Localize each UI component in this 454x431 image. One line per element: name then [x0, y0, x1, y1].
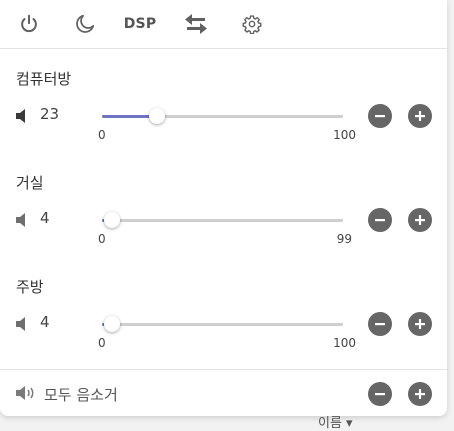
volume-panel: DSP 컴퓨터방 23 0 100 거실 4 0 99 주방 4 0 100 모… [0, 0, 447, 416]
slider-thumb[interactable] [103, 316, 120, 332]
speaker-icon[interactable] [15, 108, 31, 124]
slider-max-label: 100 [333, 128, 356, 142]
power-button[interactable] [14, 10, 44, 38]
volume-value: 4 [40, 209, 50, 227]
toolbar-divider [0, 48, 447, 49]
plus-icon [415, 111, 425, 121]
zone-kitchen: 주방 4 0 100 [0, 276, 447, 380]
dsp-button[interactable]: DSP [124, 10, 156, 38]
slider-thumb[interactable] [103, 212, 120, 228]
minus-icon [375, 323, 385, 326]
slider-max-label: 99 [336, 232, 352, 246]
speaker-icon[interactable] [15, 316, 31, 332]
plus-icon [415, 389, 425, 399]
plus-icon [415, 215, 425, 225]
power-icon [21, 14, 37, 33]
volume-value: 4 [40, 313, 50, 331]
zone-name: 주방 [16, 278, 44, 296]
background-sort-label: 이름 ▾ [318, 416, 353, 431]
swap-arrows-icon [185, 14, 207, 34]
volume-down-button[interactable] [368, 312, 392, 336]
zone-name: 컴퓨터방 [16, 70, 72, 88]
mute-all-row: 모두 음소거 [0, 370, 447, 416]
slider-min-label: 0 [98, 232, 106, 246]
minus-icon [375, 393, 385, 396]
volume-value: 23 [40, 105, 60, 123]
volume-down-button[interactable] [368, 208, 392, 232]
volume-slider[interactable] [102, 212, 343, 228]
mute-all-label[interactable]: 모두 음소거 [44, 384, 118, 405]
volume-slider[interactable] [102, 316, 343, 332]
toolbar: DSP [0, 0, 447, 48]
slider-max-label: 100 [333, 336, 356, 350]
slider-thumb[interactable] [149, 108, 166, 124]
plus-icon [415, 319, 425, 329]
settings-button[interactable] [237, 10, 267, 38]
minus-icon [375, 219, 385, 222]
minus-icon [375, 115, 385, 118]
speaker-sound-icon[interactable] [15, 385, 37, 401]
gear-icon [242, 15, 262, 34]
volume-up-button[interactable] [408, 312, 432, 336]
slider-min-label: 0 [98, 336, 106, 350]
dsp-label: DSP [123, 16, 157, 32]
volume-down-button[interactable] [368, 104, 392, 128]
all-volume-up-button[interactable] [408, 382, 432, 406]
volume-up-button[interactable] [408, 208, 432, 232]
speaker-icon[interactable] [15, 212, 31, 228]
moon-icon [76, 14, 95, 33]
zone-computer-room: 컴퓨터방 23 0 100 [0, 68, 447, 172]
volume-up-button[interactable] [408, 104, 432, 128]
all-volume-down-button[interactable] [368, 382, 392, 406]
zone-name: 거실 [16, 174, 44, 192]
group-button[interactable] [181, 10, 211, 38]
volume-slider[interactable] [102, 108, 343, 124]
slider-min-label: 0 [98, 128, 106, 142]
sleep-button[interactable] [70, 10, 100, 38]
zone-living-room: 거실 4 0 99 [0, 172, 447, 276]
